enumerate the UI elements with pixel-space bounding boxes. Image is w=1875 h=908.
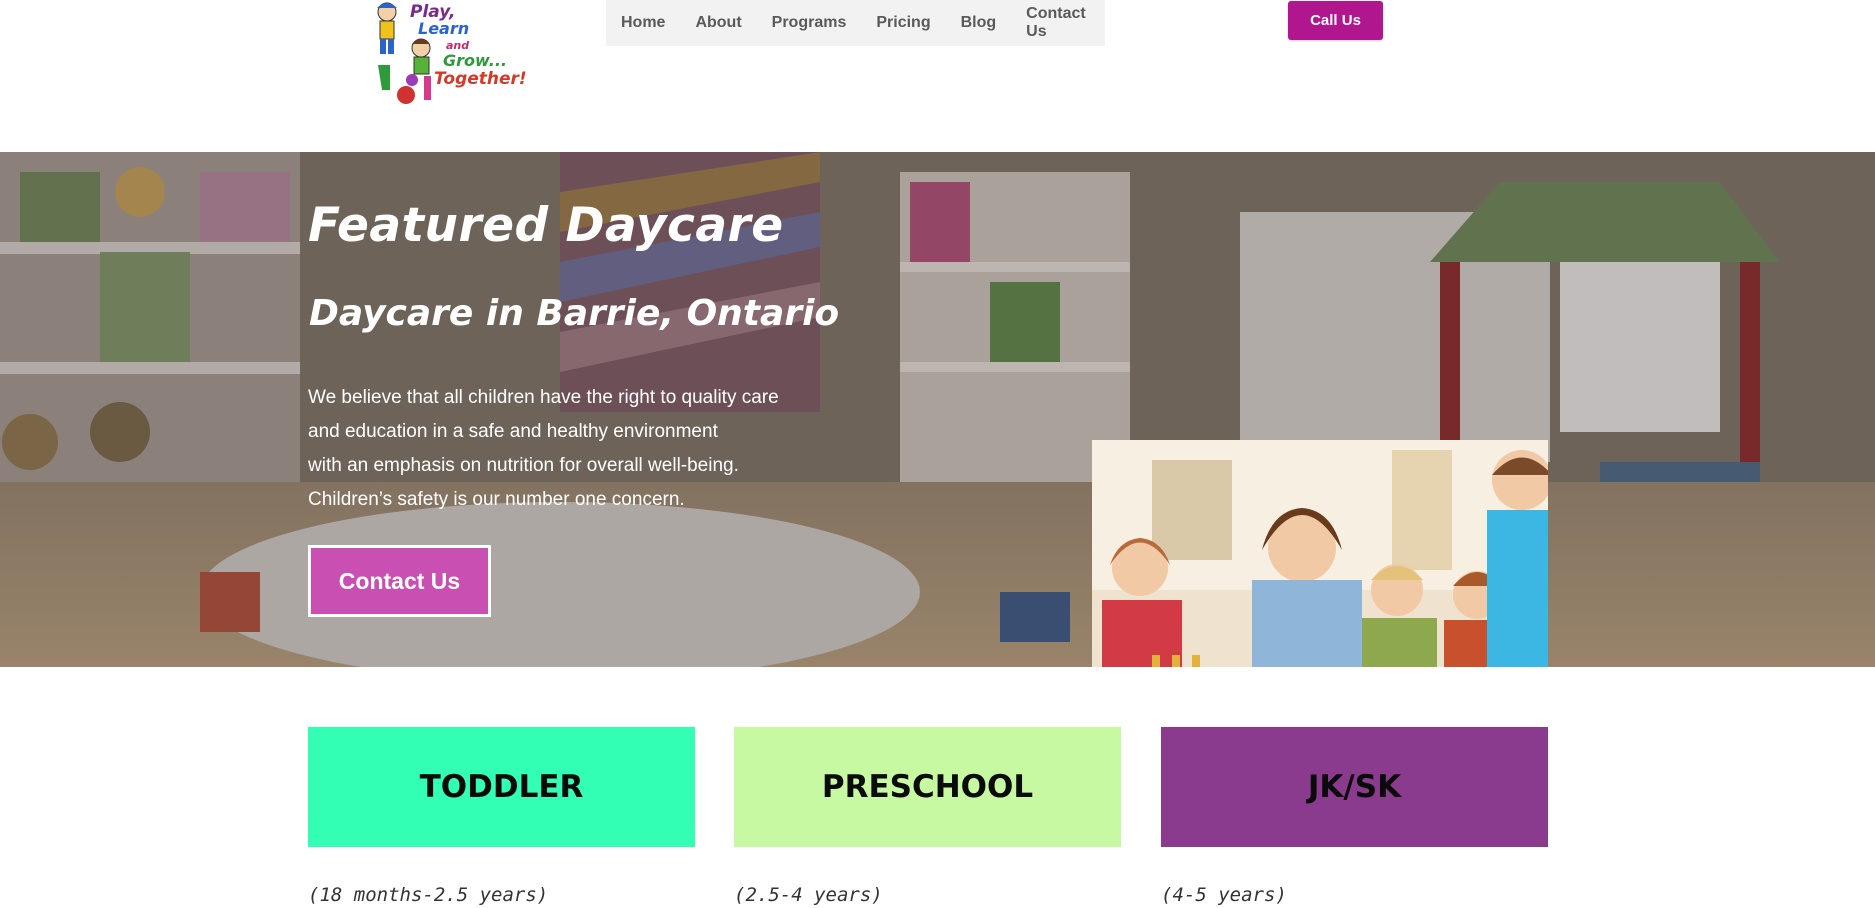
nav-blog[interactable]: Blog (946, 14, 1012, 32)
call-us-button[interactable]: Call Us (1288, 1, 1383, 40)
hero-description-line: Children’s safety is our number one conc… (308, 489, 685, 510)
nav-home[interactable]: Home (606, 14, 680, 32)
nav-pricing[interactable]: Pricing (861, 14, 945, 32)
program-age-preschool: (2.5-4 years) (734, 884, 883, 906)
hero-section: Featured Daycare Daycare in Barrie, Onta… (0, 152, 1875, 667)
hero-description: We believe that all children have the ri… (308, 381, 848, 517)
main-nav: Home About Programs Pricing Blog Contact… (606, 0, 1105, 46)
logo-text-learn: Learn (418, 19, 470, 38)
logo-text-grow: Grow... (443, 51, 508, 70)
children-teacher-photo (1092, 440, 1548, 667)
program-card-toddler[interactable]: TODDLER (308, 727, 695, 847)
nav-about[interactable]: About (680, 14, 756, 32)
program-card-jksk[interactable]: JK/SK (1161, 727, 1548, 847)
program-age-jksk: (4-5 years) (1161, 884, 1287, 906)
nav-contact-us[interactable]: Contact Us (1011, 5, 1105, 41)
site-header: Play, Learn and Grow... Together! Home A… (0, 0, 1875, 152)
program-age-toddler: (18 months-2.5 years) (308, 884, 549, 906)
hero-title: Featured Daycare (308, 198, 784, 253)
playroom-background-image (0, 152, 1875, 667)
hero-description-line: and education in a safe and healthy envi… (308, 421, 718, 442)
nav-programs[interactable]: Programs (757, 14, 862, 32)
program-card-preschool[interactable]: PRESCHOOL (734, 727, 1121, 847)
hero-description-line: with an emphasis on nutrition for overal… (308, 455, 739, 476)
logo-text-and: and (446, 39, 470, 52)
hero-description-line: We believe that all children have the ri… (308, 387, 779, 408)
classroom-photo-illustration (1092, 440, 1548, 667)
site-logo[interactable]: Play, Learn and Grow... Together! (368, 0, 527, 112)
logo-text-together: Together! (434, 69, 527, 89)
contact-us-button[interactable]: Contact Us (308, 545, 491, 617)
hero-subtitle: Daycare in Barrie, Ontario (309, 293, 840, 334)
